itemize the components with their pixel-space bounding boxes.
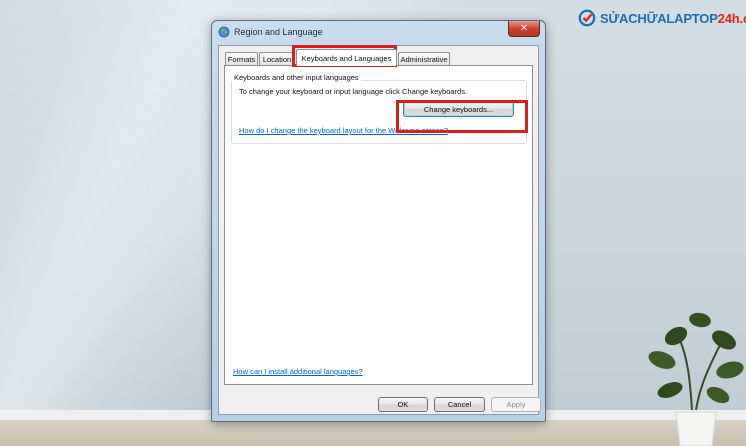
keyboards-tab-panel: Keyboards and other input languages To c… (224, 65, 533, 385)
title-bar[interactable]: Region and Language ✕ (212, 21, 545, 43)
close-button[interactable]: ✕ (508, 21, 540, 37)
tab-location[interactable]: Location (259, 52, 295, 65)
tab-administrative[interactable]: Administrative (398, 52, 450, 65)
brand-logo: SỬACHỮALAPTOP24h.com (578, 8, 746, 28)
change-keyboards-button[interactable]: Change keyboards... (403, 101, 514, 117)
globe-icon (218, 26, 230, 38)
cancel-button[interactable]: Cancel (434, 397, 485, 412)
tab-formats[interactable]: Formats (225, 52, 258, 65)
plant-decoration (648, 312, 744, 446)
window-title: Region and Language (234, 27, 323, 37)
brand-logo-icon (578, 9, 596, 27)
welcome-screen-keyboard-link[interactable]: How do I change the keyboard layout for … (239, 126, 448, 135)
install-languages-link[interactable]: How can I install additional languages? (233, 367, 363, 376)
keyboards-group-description: To change your keyboard or input languag… (239, 87, 468, 96)
region-language-dialog: Region and Language ✕ Formats Location K… (211, 20, 546, 422)
close-icon: ✕ (519, 23, 529, 34)
brand-logo-domain: 24h.com (717, 10, 746, 26)
background-floor (0, 420, 746, 446)
dialog-client-area: Formats Location Keyboards and Languages… (218, 45, 541, 415)
tab-keyboards-and-languages[interactable]: Keyboards and Languages (296, 49, 397, 66)
brand-logo-text: SỬACHỮALAPTOP (600, 10, 718, 26)
keyboards-group-legend: Keyboards and other input languages (232, 73, 361, 82)
apply-button[interactable]: Apply (491, 397, 541, 412)
ok-button[interactable]: OK (378, 397, 428, 412)
